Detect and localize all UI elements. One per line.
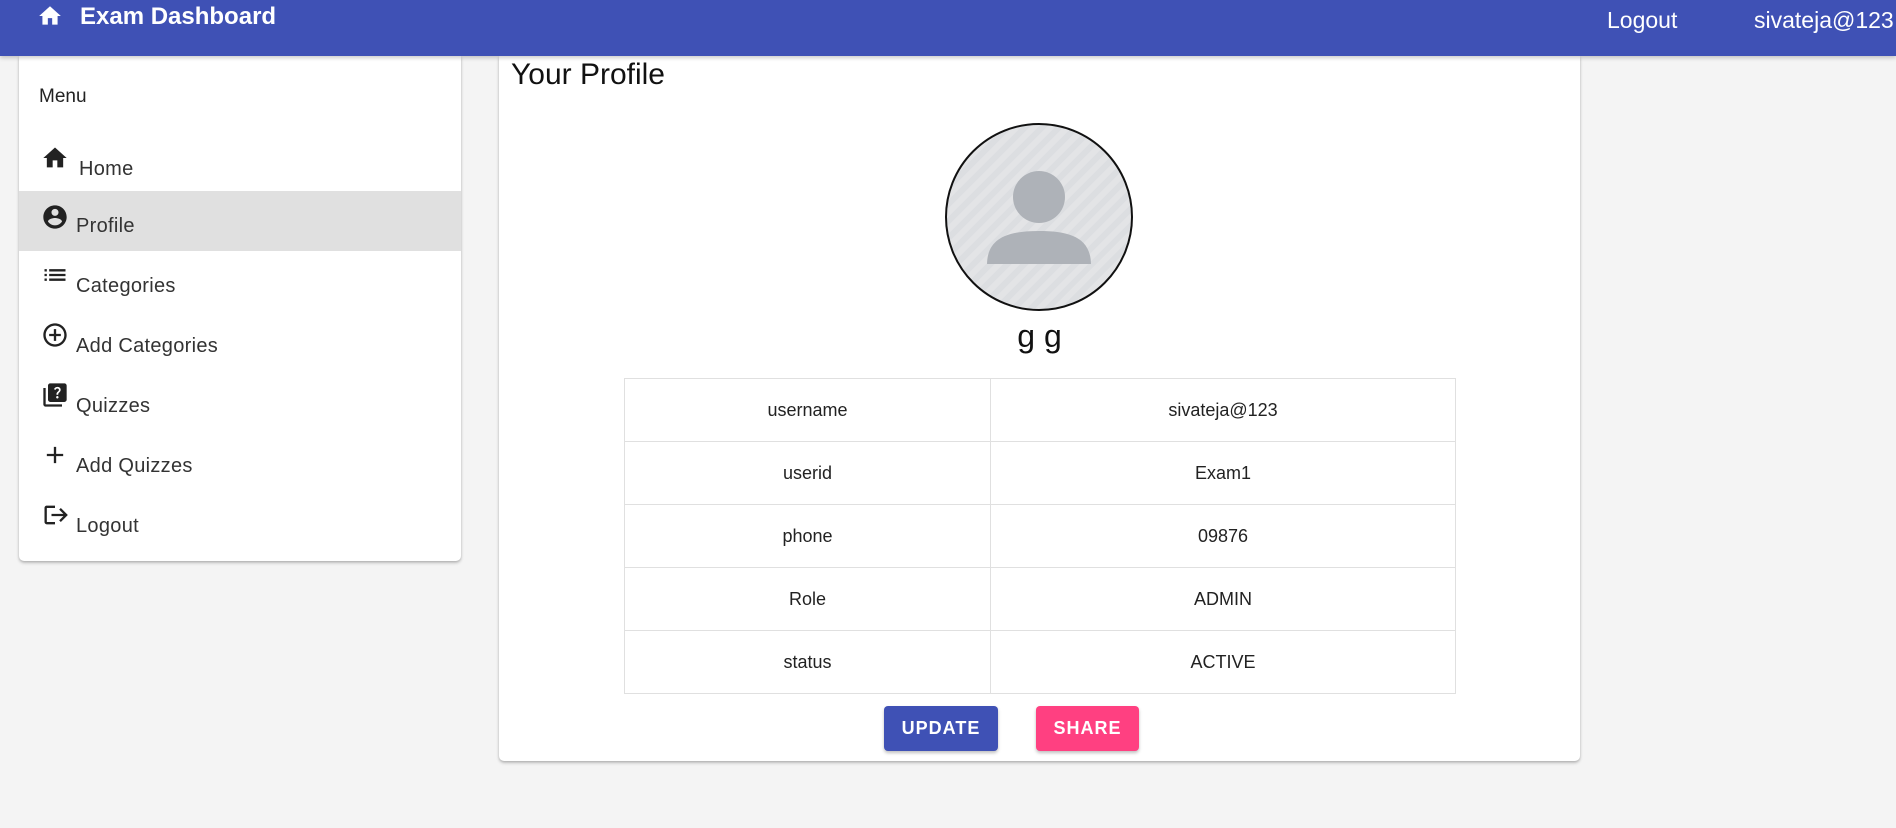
sidebar-item-home[interactable]: Home xyxy=(19,132,461,192)
sidebar-item-label: Quizzes xyxy=(76,395,151,417)
header-username[interactable]: sivateja@123 xyxy=(1754,7,1894,33)
sidebar-item-label: Add Quizzes xyxy=(76,455,193,477)
sidebar-item-label: Profile xyxy=(76,215,135,237)
sidebar-item-add-categories[interactable]: Add Categories xyxy=(19,311,461,371)
avatar xyxy=(945,123,1133,311)
top-app-bar: Exam Dashboard Logout sivateja@123 xyxy=(0,0,1896,56)
sidebar-item-quizzes[interactable]: Quizzes xyxy=(19,371,461,431)
field-name: phone xyxy=(624,504,991,568)
add-icon xyxy=(41,441,69,469)
update-button[interactable]: UPDATE xyxy=(884,706,998,751)
quiz-icon xyxy=(41,381,69,409)
sidebar-item-label: Home xyxy=(79,158,134,180)
sidebar-item-label: Logout xyxy=(76,515,139,537)
field-value: 09876 xyxy=(990,504,1456,568)
sidebar-item-categories[interactable]: Categories xyxy=(19,251,461,311)
field-name: userid xyxy=(624,441,991,505)
profile-full-name: g g xyxy=(1017,318,1062,354)
list-icon xyxy=(41,261,69,289)
field-value: sivateja@123 xyxy=(990,378,1456,442)
home-icon xyxy=(41,144,69,172)
logout-icon xyxy=(41,501,69,529)
sidebar-item-label: Categories xyxy=(76,275,176,297)
app-title: Exam Dashboard xyxy=(80,3,277,30)
sidebar-item-logout[interactable]: Logout xyxy=(19,491,461,551)
table-row: userid Exam1 xyxy=(624,441,1456,505)
profile-card: Your Profile g g username sivateja@123 u… xyxy=(499,56,1580,761)
table-row: Role ADMIN xyxy=(624,567,1456,631)
share-button[interactable]: SHARE xyxy=(1036,706,1139,751)
profile-details-table: username sivateja@123 userid Exam1 phone… xyxy=(624,378,1456,694)
field-value: ACTIVE xyxy=(990,630,1456,694)
sidebar-item-profile[interactable]: Profile xyxy=(19,191,461,251)
sidebar-item-label: Add Categories xyxy=(76,335,219,357)
menu-heading: Menu xyxy=(39,86,87,107)
header-logout-link[interactable]: Logout xyxy=(1607,7,1677,33)
home-button[interactable] xyxy=(36,4,64,32)
field-value: Exam1 xyxy=(990,441,1456,505)
add-circle-outline-icon xyxy=(41,321,69,349)
sidebar-menu: Menu Home Profile Categories Add Categor… xyxy=(19,56,461,561)
table-row: status ACTIVE xyxy=(624,630,1456,694)
page-title: Your Profile xyxy=(511,58,665,91)
table-row: phone 09876 xyxy=(624,504,1456,568)
person-icon xyxy=(987,171,1091,265)
field-name: Role xyxy=(624,567,991,631)
field-value: ADMIN xyxy=(990,567,1456,631)
home-icon xyxy=(37,3,63,34)
account-circle-icon xyxy=(41,203,69,231)
field-name: status xyxy=(624,630,991,694)
table-row: username sivateja@123 xyxy=(624,378,1456,442)
sidebar-item-add-quizzes[interactable]: Add Quizzes xyxy=(19,431,461,491)
field-name: username xyxy=(624,378,991,442)
